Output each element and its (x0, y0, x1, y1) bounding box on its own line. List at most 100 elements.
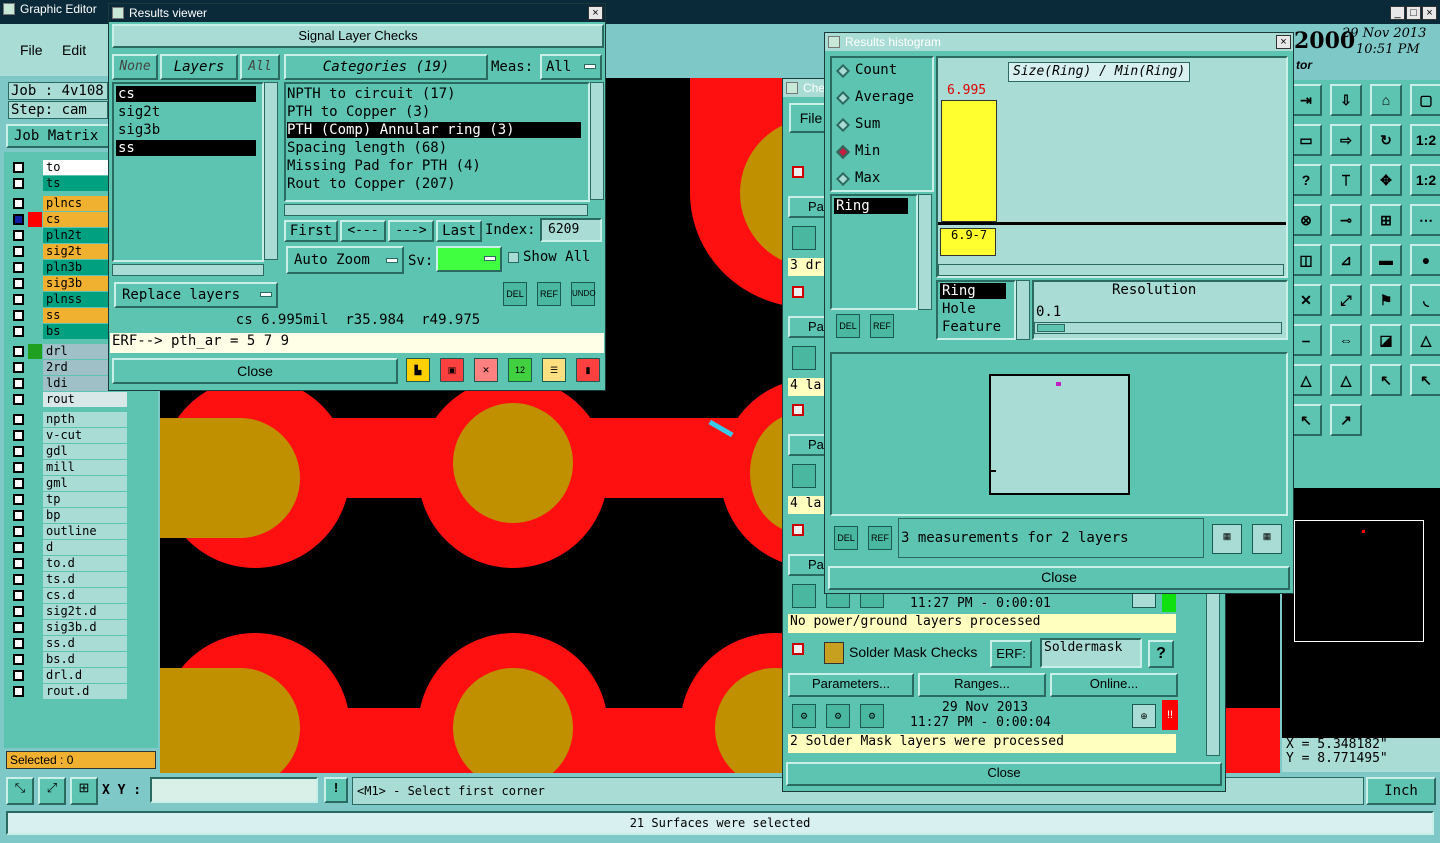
layer-visibility-checkbox[interactable] (13, 590, 24, 601)
xy-input[interactable] (150, 777, 318, 803)
zoom-fit-icon[interactable]: ▙ (406, 358, 430, 382)
stat-radio-label[interactable]: Min (855, 143, 880, 159)
layer-visibility-checkbox[interactable] (13, 230, 24, 241)
attribute-scrollbar[interactable] (918, 194, 932, 310)
check-row-checkbox[interactable] (792, 404, 804, 416)
layer-row[interactable]: sig2t.d (10, 604, 128, 619)
next-button[interactable]: ---> (388, 220, 434, 242)
check-row-checkbox[interactable] (792, 166, 804, 178)
hist-ref-button[interactable]: REF (870, 314, 894, 338)
check-params-button[interactable]: Pa (788, 316, 828, 338)
rv-layer-item[interactable]: sig2t (116, 104, 256, 120)
layer-visibility-checkbox[interactable] (13, 378, 24, 389)
draw-icon[interactable]: ⊿ (1330, 244, 1362, 276)
layers-button[interactable]: Layers (160, 54, 238, 80)
zoom-in-icon[interactable]: ⊕ (1132, 704, 1156, 728)
erf-value[interactable]: Soldermask (1040, 638, 1142, 668)
layer-visibility-checkbox[interactable] (13, 478, 24, 489)
frame-icon[interactable]: ▭ (1290, 124, 1322, 156)
check-params-button[interactable]: Pa (788, 434, 828, 456)
layer-row[interactable]: ts.d (10, 572, 128, 587)
layer-name[interactable]: rout.d (43, 684, 127, 699)
all-button[interactable]: All (240, 54, 280, 80)
layer-visibility-checkbox[interactable] (13, 214, 24, 225)
check-row-checkbox[interactable] (792, 286, 804, 298)
layer-name[interactable]: outline (43, 524, 127, 539)
layer-visibility-checkbox[interactable] (13, 542, 24, 553)
layer-name[interactable]: rout (43, 392, 127, 407)
route-icon[interactable]: ⊞ (1370, 204, 1402, 236)
layer-row[interactable]: bp (10, 508, 128, 523)
results-close-button[interactable]: Close (112, 358, 398, 384)
layer-name[interactable]: d (43, 540, 127, 555)
layer-visibility-checkbox[interactable] (13, 606, 24, 617)
layer-name[interactable]: gdl (43, 444, 127, 459)
index-input[interactable]: 6209 (540, 218, 602, 242)
zoom-select-icon[interactable]: ⤡ (6, 777, 34, 805)
category-item[interactable]: Rout to Copper (207) (287, 176, 581, 192)
stop-icon[interactable]: ⚙ (860, 704, 884, 728)
first-button[interactable]: First (284, 220, 338, 242)
layer-row[interactable]: v-cut (10, 428, 128, 443)
rotate-icon[interactable]: ↻ (1370, 124, 1402, 156)
solder-check-box[interactable] (792, 643, 804, 655)
pin-icon[interactable]: ⊸ (1330, 204, 1362, 236)
export-icon[interactable]: ▣ (440, 358, 464, 382)
layer-row[interactable]: rout.d (10, 684, 128, 699)
layer-visibility-checkbox[interactable] (13, 414, 24, 425)
layer-row[interactable]: to.d (10, 556, 128, 571)
stat-radio-label[interactable]: Average (855, 89, 914, 105)
layer-name[interactable]: bs.d (43, 652, 127, 667)
box-icon[interactable]: ◪ (1370, 324, 1402, 356)
layer-name[interactable]: gml (43, 476, 127, 491)
prev-button[interactable]: <--- (340, 220, 386, 242)
ref-button[interactable]: REF (537, 282, 561, 306)
mode-scrollbar[interactable] (1016, 280, 1030, 340)
units-button[interactable]: Inch (1366, 777, 1436, 805)
window-icon[interactable]: ▢ (1410, 84, 1440, 116)
layer-visibility-checkbox[interactable] (13, 574, 24, 585)
replace-layers-dropdown[interactable]: Replace layers (114, 282, 278, 308)
layer-name[interactable]: ts.d (43, 572, 127, 587)
layer-visibility-checkbox[interactable] (13, 526, 24, 537)
info-icon[interactable]: ! (324, 777, 348, 803)
hist-del-button-2[interactable]: DEL (834, 526, 858, 550)
tri3-icon[interactable]: △ (1330, 364, 1362, 396)
mode-item[interactable]: Hole (940, 301, 1006, 317)
close-icon[interactable]: × (588, 6, 603, 20)
layer-row[interactable]: bs.d (10, 652, 128, 667)
close-icon[interactable]: × (1276, 35, 1291, 49)
histogram-icon[interactable]: ▮ (576, 358, 600, 382)
layer-row[interactable]: tp (10, 492, 128, 507)
layer-visibility-checkbox[interactable] (13, 246, 24, 257)
split-icon[interactable]: ⤢ (1330, 284, 1362, 316)
category-item[interactable]: Spacing length (68) (287, 140, 581, 156)
tri-icon[interactable]: △ (1410, 324, 1440, 356)
auto-zoom-dropdown[interactable]: Auto Zoom (286, 246, 404, 274)
maximize-icon[interactable]: □ (1406, 6, 1421, 20)
run-check-icon[interactable] (792, 584, 816, 608)
layer-visibility-checkbox[interactable] (13, 178, 24, 189)
layer-visibility-checkbox[interactable] (13, 278, 24, 289)
layer-visibility-checkbox[interactable] (13, 494, 24, 505)
show-all-checkbox[interactable] (508, 252, 519, 263)
check-params-button[interactable]: Pa (788, 554, 828, 576)
move-icon[interactable]: ⇨ (1330, 124, 1362, 156)
layer-name[interactable]: sig2t.d (43, 604, 127, 619)
layer-row[interactable]: npth (10, 412, 128, 427)
home-icon[interactable]: ⌂ (1370, 84, 1402, 116)
undo-button[interactable]: UNDO (571, 282, 596, 306)
layer-name[interactable]: mill (43, 460, 127, 475)
layer-row[interactable]: gdl (10, 444, 128, 459)
layer-visibility-checkbox[interactable] (13, 686, 24, 697)
layer-visibility-checkbox[interactable] (13, 326, 24, 337)
layer-visibility-checkbox[interactable] (13, 638, 24, 649)
hist-ref-button-2[interactable]: REF (868, 526, 892, 550)
stat-radio-label[interactable]: Sum (855, 116, 880, 132)
export-icon[interactable]: ⇩ (1330, 84, 1362, 116)
check-params-button[interactable]: Pa (788, 196, 828, 218)
layer-row[interactable]: cs.d (10, 588, 128, 603)
del-button[interactable]: DEL (503, 282, 527, 306)
none-button[interactable]: None (112, 54, 158, 80)
layer-visibility-checkbox[interactable] (13, 262, 24, 273)
